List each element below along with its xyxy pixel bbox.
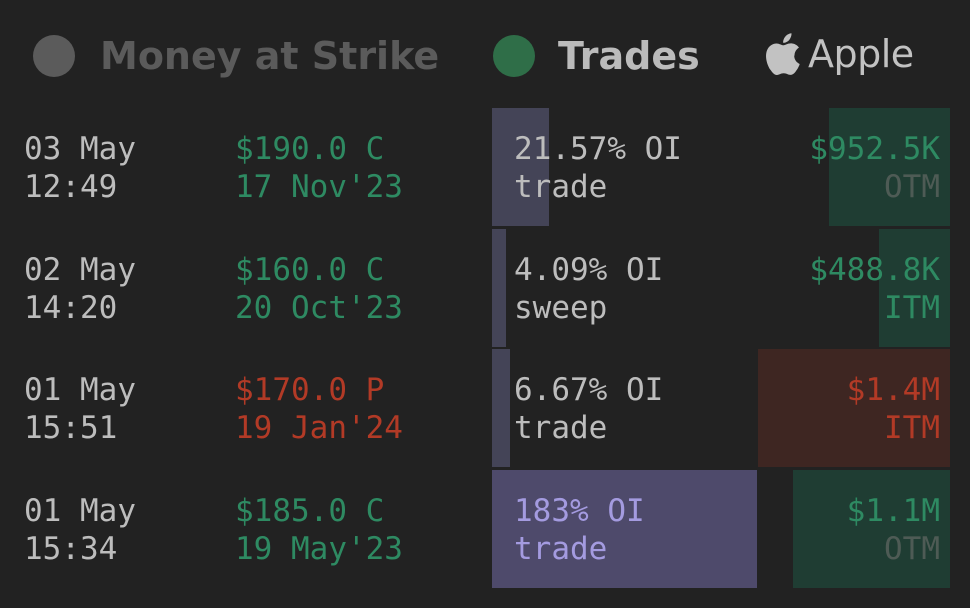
trade-type: sweep xyxy=(514,290,608,326)
strike-price: $190.0 C xyxy=(235,131,385,167)
tab-money-at-strike[interactable]: Money at Strike xyxy=(33,30,439,82)
option-contract: $170.0 P 19 Jan'24 xyxy=(235,371,403,447)
moneyness-label: ITM xyxy=(884,290,940,326)
strike-price: $160.0 C xyxy=(235,252,385,288)
premium-amount: $1.1M xyxy=(846,493,940,529)
trade-row[interactable]: 02 May 14:20 $160.0 C 20 Oct'23 4.09% OI swee… xyxy=(0,229,970,347)
oi-info: 4.09% OI sweep xyxy=(514,251,663,327)
premium-amount: $952.5K xyxy=(809,131,940,167)
premium-info: $952.5K OTM xyxy=(809,130,940,206)
trade-date: 02 May xyxy=(24,252,136,288)
trade-date: 03 May xyxy=(24,131,136,167)
moneyness-label: ITM xyxy=(884,410,940,446)
trade-datetime: 02 May 14:20 xyxy=(24,251,136,327)
premium-info: $1.1M OTM xyxy=(847,492,940,568)
tab-status-dot xyxy=(493,35,535,77)
strike-price: $170.0 P xyxy=(235,372,385,408)
trade-date: 01 May xyxy=(24,493,136,529)
premium-info: $1.4M ITM xyxy=(847,371,940,447)
trade-time: 12:49 xyxy=(24,169,118,205)
option-contract: $160.0 C 20 Oct'23 xyxy=(235,251,403,327)
premium-info: $488.8K ITM xyxy=(809,251,940,327)
trade-type: trade xyxy=(514,531,608,567)
ticker-brand: Apple xyxy=(758,26,914,82)
oi-info: 6.67% OI trade xyxy=(514,371,663,447)
oi-info: 183% OI trade xyxy=(514,492,645,568)
trade-date: 01 May xyxy=(24,372,136,408)
oi-percent: 183% OI xyxy=(514,493,645,529)
trade-type: trade xyxy=(514,410,608,446)
trade-row[interactable]: 03 May 12:49 $190.0 C 17 Nov'23 21.57% OI tra… xyxy=(0,108,970,226)
oi-percent: 21.57% OI xyxy=(514,131,682,167)
oi-percent: 6.67% OI xyxy=(514,372,664,408)
tab-status-dot xyxy=(33,35,75,77)
expiry-date: 19 May'23 xyxy=(235,531,403,567)
trade-time: 14:20 xyxy=(24,290,118,326)
tab-trades[interactable]: Trades xyxy=(493,30,700,82)
trade-type: trade xyxy=(514,169,608,205)
oi-bar xyxy=(492,229,506,347)
option-contract: $185.0 C 19 May'23 xyxy=(235,492,403,568)
ticker-name: Apple xyxy=(808,32,914,76)
trade-datetime: 01 May 15:51 xyxy=(24,371,136,447)
apple-logo-icon xyxy=(766,33,800,76)
oi-info: 21.57% OI trade xyxy=(514,130,682,206)
trade-row[interactable]: 01 May 15:51 $170.0 P 19 Jan'24 6.67% OI trad… xyxy=(0,349,970,467)
trade-datetime: 01 May 15:34 xyxy=(24,492,136,568)
premium-amount: $1.4M xyxy=(846,372,940,408)
trade-row[interactable]: 01 May 15:34 $185.0 C 19 May'23 183% OI trade… xyxy=(0,470,970,588)
tab-label: Trades xyxy=(558,34,700,78)
expiry-date: 20 Oct'23 xyxy=(235,290,403,326)
oi-percent: 4.09% OI xyxy=(514,252,664,288)
oi-bar xyxy=(492,349,510,467)
strike-price: $185.0 C xyxy=(235,493,385,529)
expiry-date: 19 Jan'24 xyxy=(235,410,403,446)
expiry-date: 17 Nov'23 xyxy=(235,169,403,205)
premium-amount: $488.8K xyxy=(809,252,940,288)
moneyness-label: OTM xyxy=(884,531,940,567)
trade-time: 15:51 xyxy=(24,410,118,446)
trade-time: 15:34 xyxy=(24,531,118,567)
option-contract: $190.0 C 17 Nov'23 xyxy=(235,130,403,206)
header: Money at Strike Trades Apple xyxy=(0,0,970,108)
moneyness-label: OTM xyxy=(884,169,940,205)
trade-datetime: 03 May 12:49 xyxy=(24,130,136,206)
tab-label: Money at Strike xyxy=(100,34,440,78)
